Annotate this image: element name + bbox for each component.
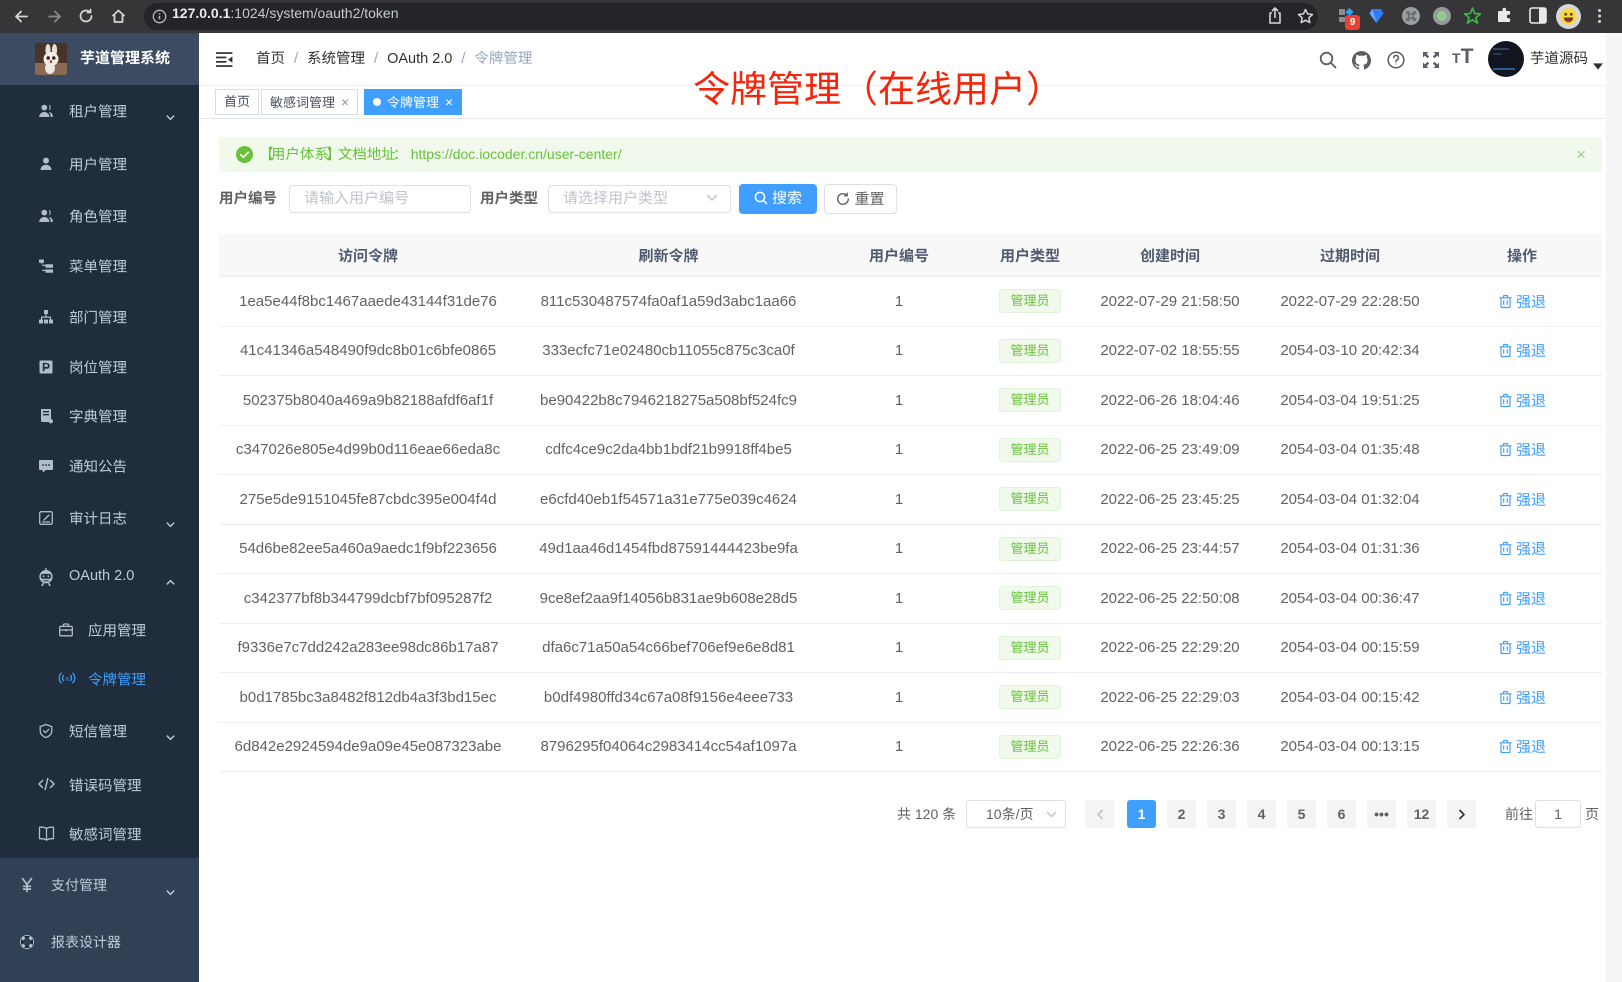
svg-text:a: a — [65, 676, 69, 683]
